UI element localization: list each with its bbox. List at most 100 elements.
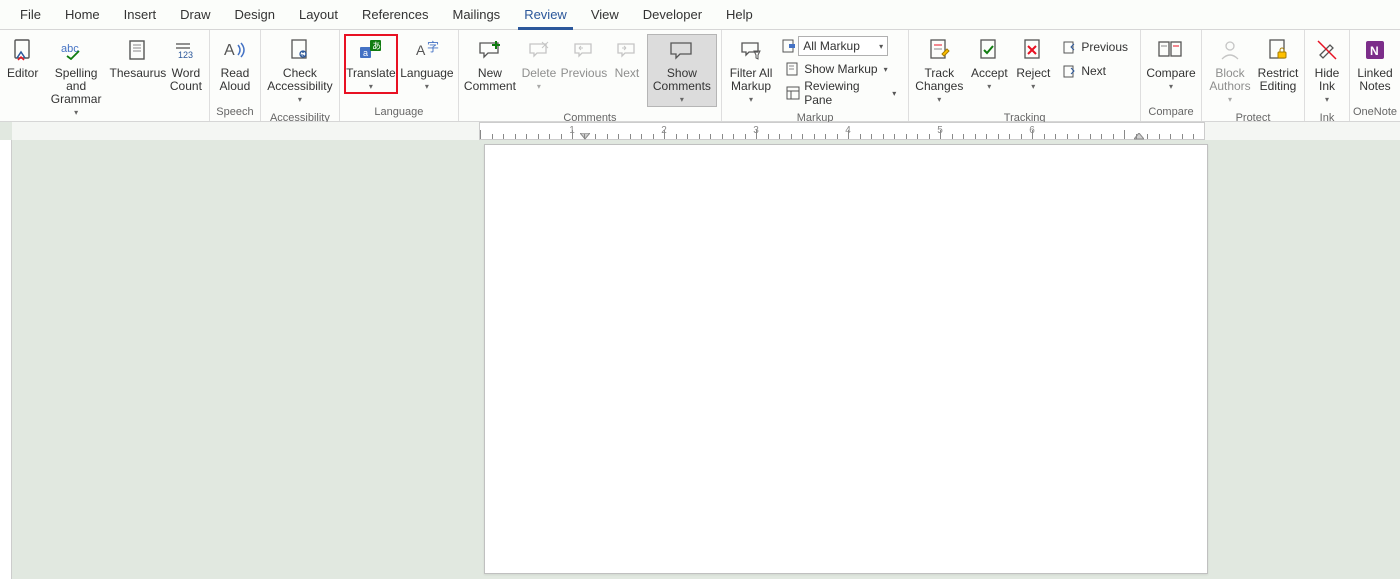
previous-comment-button: Previous (561, 34, 607, 83)
first-line-indent-marker[interactable] (580, 133, 590, 141)
tab-view[interactable]: View (579, 0, 631, 30)
tab-insert[interactable]: Insert (112, 0, 169, 30)
tab-help[interactable]: Help (714, 0, 765, 30)
language-label: Language (400, 67, 453, 80)
read-aloud-button[interactable]: A Read Aloud (214, 34, 256, 96)
compare-label: Compare (1146, 67, 1195, 80)
vertical-ruler[interactable] (0, 140, 12, 579)
group-protect: Block Authors ▾ Restrict Editing Protect (1202, 30, 1305, 121)
group-onenote: N Linked Notes OneNote (1350, 30, 1400, 121)
thesaurus-label: Thesaurus (110, 67, 167, 80)
reviewing-pane-button[interactable]: Reviewing Pane ▾ (782, 82, 900, 104)
delete-comment-icon (528, 37, 550, 63)
chevron-down-icon: ▾ (680, 95, 684, 104)
new-comment-button[interactable]: New Comment (463, 34, 517, 96)
accept-label: Accept (971, 67, 1008, 80)
chevron-down-icon: ▾ (937, 95, 941, 104)
show-comments-icon (669, 37, 695, 63)
thesaurus-button[interactable]: Thesaurus (111, 34, 165, 83)
hide-ink-label: Hide Ink (1312, 67, 1342, 93)
previous-comment-icon (573, 37, 595, 63)
ribbon: Editor abc Spelling and Grammar ▾ Thesau… (0, 30, 1400, 122)
filter-markup-button[interactable]: Filter All Markup ▾ (726, 34, 776, 107)
word-count-icon: 123 (174, 37, 198, 63)
show-markup-label: Show Markup (804, 62, 877, 76)
track-changes-button[interactable]: Track Changes ▾ (913, 34, 965, 107)
editor-button[interactable]: Editor (4, 34, 41, 83)
chevron-down-icon: ▾ (298, 95, 302, 104)
word-count-button[interactable]: 123 Word Count (167, 34, 205, 96)
tab-developer[interactable]: Developer (631, 0, 714, 30)
tracking-nav: Previous Next (1055, 34, 1136, 84)
menu-tabs: File Home Insert Draw Design Layout Refe… (0, 0, 1400, 30)
filter-markup-icon (740, 37, 762, 63)
svg-text:123: 123 (178, 50, 193, 60)
restrict-editing-button[interactable]: Restrict Editing (1256, 34, 1300, 96)
tab-draw[interactable]: Draw (168, 0, 222, 30)
chevron-down-icon: ▾ (749, 95, 753, 104)
tab-home[interactable]: Home (53, 0, 112, 30)
svg-text:あ: あ (372, 41, 381, 51)
read-aloud-label: Read Aloud (217, 67, 253, 93)
tab-design[interactable]: Design (223, 0, 287, 30)
tab-review[interactable]: Review (512, 0, 579, 30)
linked-notes-button[interactable]: N Linked Notes (1354, 34, 1396, 96)
block-authors-icon (1219, 37, 1241, 63)
document-page[interactable] (484, 144, 1208, 574)
chevron-down-icon: ▾ (425, 82, 429, 91)
check-accessibility-button[interactable]: Check Accessibility ▾ (265, 34, 335, 107)
reject-button[interactable]: Reject ▾ (1013, 34, 1053, 94)
block-authors-button: Block Authors ▾ (1206, 34, 1254, 107)
hide-ink-button[interactable]: Hide Ink ▾ (1309, 34, 1345, 107)
tab-mailings[interactable]: Mailings (441, 0, 513, 30)
language-button[interactable]: A字 Language ▾ (400, 34, 454, 94)
group-ink: Hide Ink ▾ Ink (1305, 30, 1350, 121)
next-comment-icon (616, 37, 638, 63)
markup-dropdowns: All Markup ▾ Show Markup ▾ Reviewing Pan… (778, 34, 904, 106)
show-comments-button[interactable]: Show Comments ▾ (647, 34, 717, 107)
translate-icon: aあ (359, 37, 383, 63)
compare-button[interactable]: Compare ▾ (1145, 34, 1197, 94)
svg-text:a: a (363, 48, 368, 58)
accept-button[interactable]: Accept ▾ (967, 34, 1011, 94)
horizontal-ruler-inner: 123456 (479, 122, 1205, 140)
group-tracking: Track Changes ▾ Accept ▾ Reject ▾ (909, 30, 1141, 121)
spelling-grammar-button[interactable]: abc Spelling and Grammar ▾ (43, 34, 109, 120)
linked-notes-label: Linked Notes (1357, 67, 1393, 93)
hide-ink-icon (1316, 37, 1338, 63)
chevron-down-icon: ▾ (537, 82, 541, 91)
filter-markup-label: Filter All Markup (729, 67, 773, 93)
horizontal-ruler[interactable]: 123456 (12, 122, 1400, 140)
group-language: aあ Translate ▾ A字 Language ▾ Language (340, 30, 459, 121)
new-comment-label: New Comment (464, 67, 516, 93)
spelling-icon: abc (61, 37, 91, 63)
group-proofing: Editor abc Spelling and Grammar ▾ Thesau… (0, 30, 210, 121)
svg-text:字: 字 (427, 39, 439, 54)
read-aloud-icon: A (223, 37, 247, 63)
accept-icon (979, 37, 999, 63)
tab-references[interactable]: References (350, 0, 440, 30)
tab-layout[interactable]: Layout (287, 0, 350, 30)
previous-change-button[interactable]: Previous (1059, 36, 1132, 58)
chevron-down-icon: ▾ (884, 65, 888, 74)
chevron-down-icon: ▾ (1228, 95, 1232, 104)
next-change-button[interactable]: Next (1059, 60, 1132, 82)
group-markup: Filter All Markup ▾ All Markup ▾ Show Ma… (722, 30, 909, 121)
accessibility-icon (289, 37, 311, 63)
document-workspace: 123456 (0, 122, 1400, 579)
group-speech: A Read Aloud Speech (210, 30, 261, 121)
reviewing-pane-label: Reviewing Pane (804, 79, 886, 107)
show-comments-label: Show Comments (650, 67, 714, 93)
markup-view-value: All Markup (803, 39, 860, 53)
show-markup-button[interactable]: Show Markup ▾ (782, 58, 900, 80)
compare-icon (1158, 37, 1184, 63)
block-authors-label: Block Authors (1209, 67, 1251, 93)
previous-change-icon (1063, 40, 1077, 54)
chevron-down-icon: ▾ (1031, 82, 1035, 91)
svg-text:A: A (224, 42, 235, 59)
tab-file[interactable]: File (8, 0, 53, 30)
markup-view-combo[interactable]: All Markup ▾ (798, 36, 888, 56)
translate-button[interactable]: aあ Translate ▾ (344, 34, 398, 94)
word-count-label: Word Count (170, 67, 202, 93)
previous-change-label: Previous (1081, 40, 1128, 54)
